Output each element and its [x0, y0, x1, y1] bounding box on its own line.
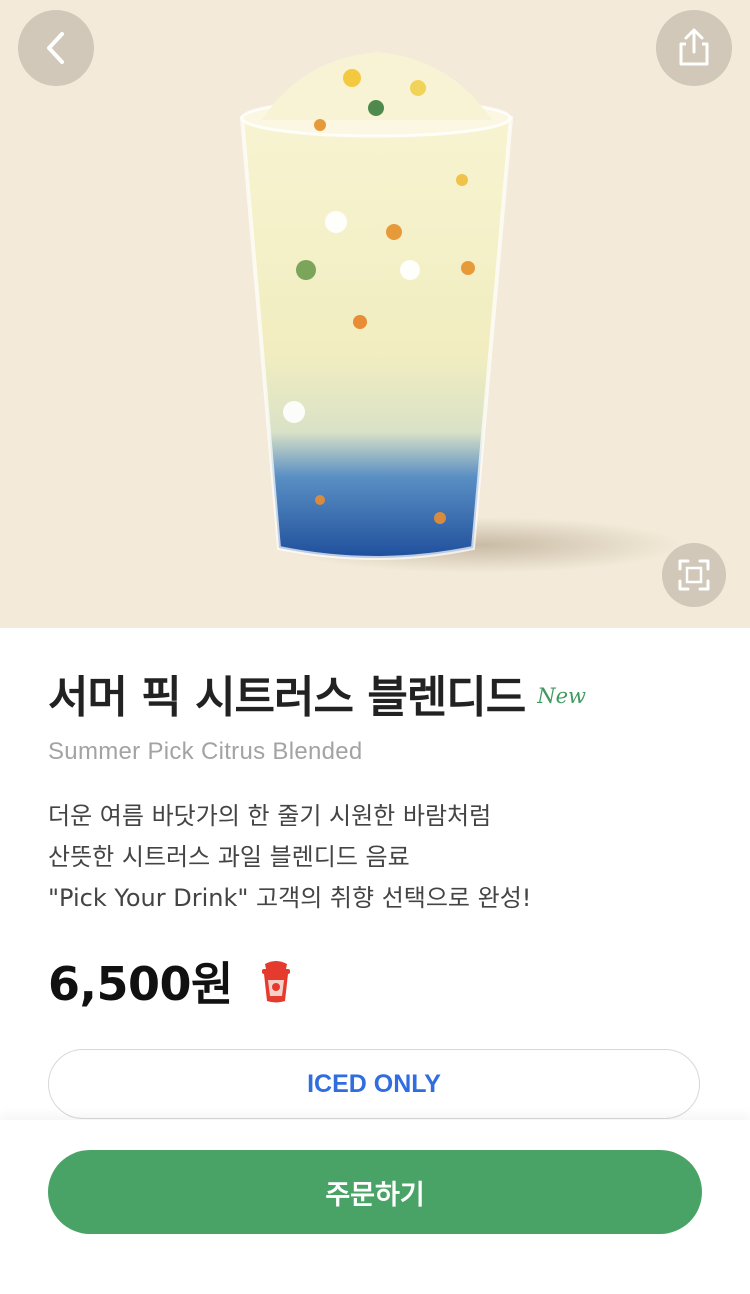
fullscreen-icon: [678, 559, 710, 591]
drink-image: [239, 52, 680, 573]
product-image-area: [0, 0, 750, 628]
cup-icon: [261, 961, 290, 1003]
chevron-left-icon: [47, 32, 64, 64]
fullscreen-button[interactable]: [662, 543, 726, 607]
back-button[interactable]: [18, 10, 94, 86]
description-line: 산뜻한 시트러스 과일 블렌디드 음료: [48, 843, 410, 871]
description-line: "Pick Your Drink" 고객의 취향 선택으로 완성!: [48, 884, 532, 912]
product-description: 더운 여름 바닷가의 한 줄기 시원한 바람처럼 산뜻한 시트러스 과일 블렌디…: [48, 796, 708, 919]
iced-only-option[interactable]: ICED ONLY: [48, 1049, 700, 1119]
title-row: 서머 픽 시트러스 블렌디드 New: [48, 672, 586, 724]
price-row: 6,500원: [48, 948, 293, 1014]
bottom-order-bar: 주문하기: [0, 1120, 750, 1294]
product-english-name: Summer Pick Citrus Blended: [48, 738, 363, 765]
new-badge: New: [537, 684, 587, 708]
share-icon: [679, 28, 709, 66]
product-title: 서머 픽 시트러스 블렌디드: [48, 672, 526, 723]
share-button[interactable]: [656, 10, 732, 86]
description-line: 더운 여름 바닷가의 한 줄기 시원한 바람처럼: [48, 802, 492, 830]
order-button[interactable]: 주문하기: [48, 1150, 702, 1234]
product-price: 6,500원: [48, 957, 233, 1011]
